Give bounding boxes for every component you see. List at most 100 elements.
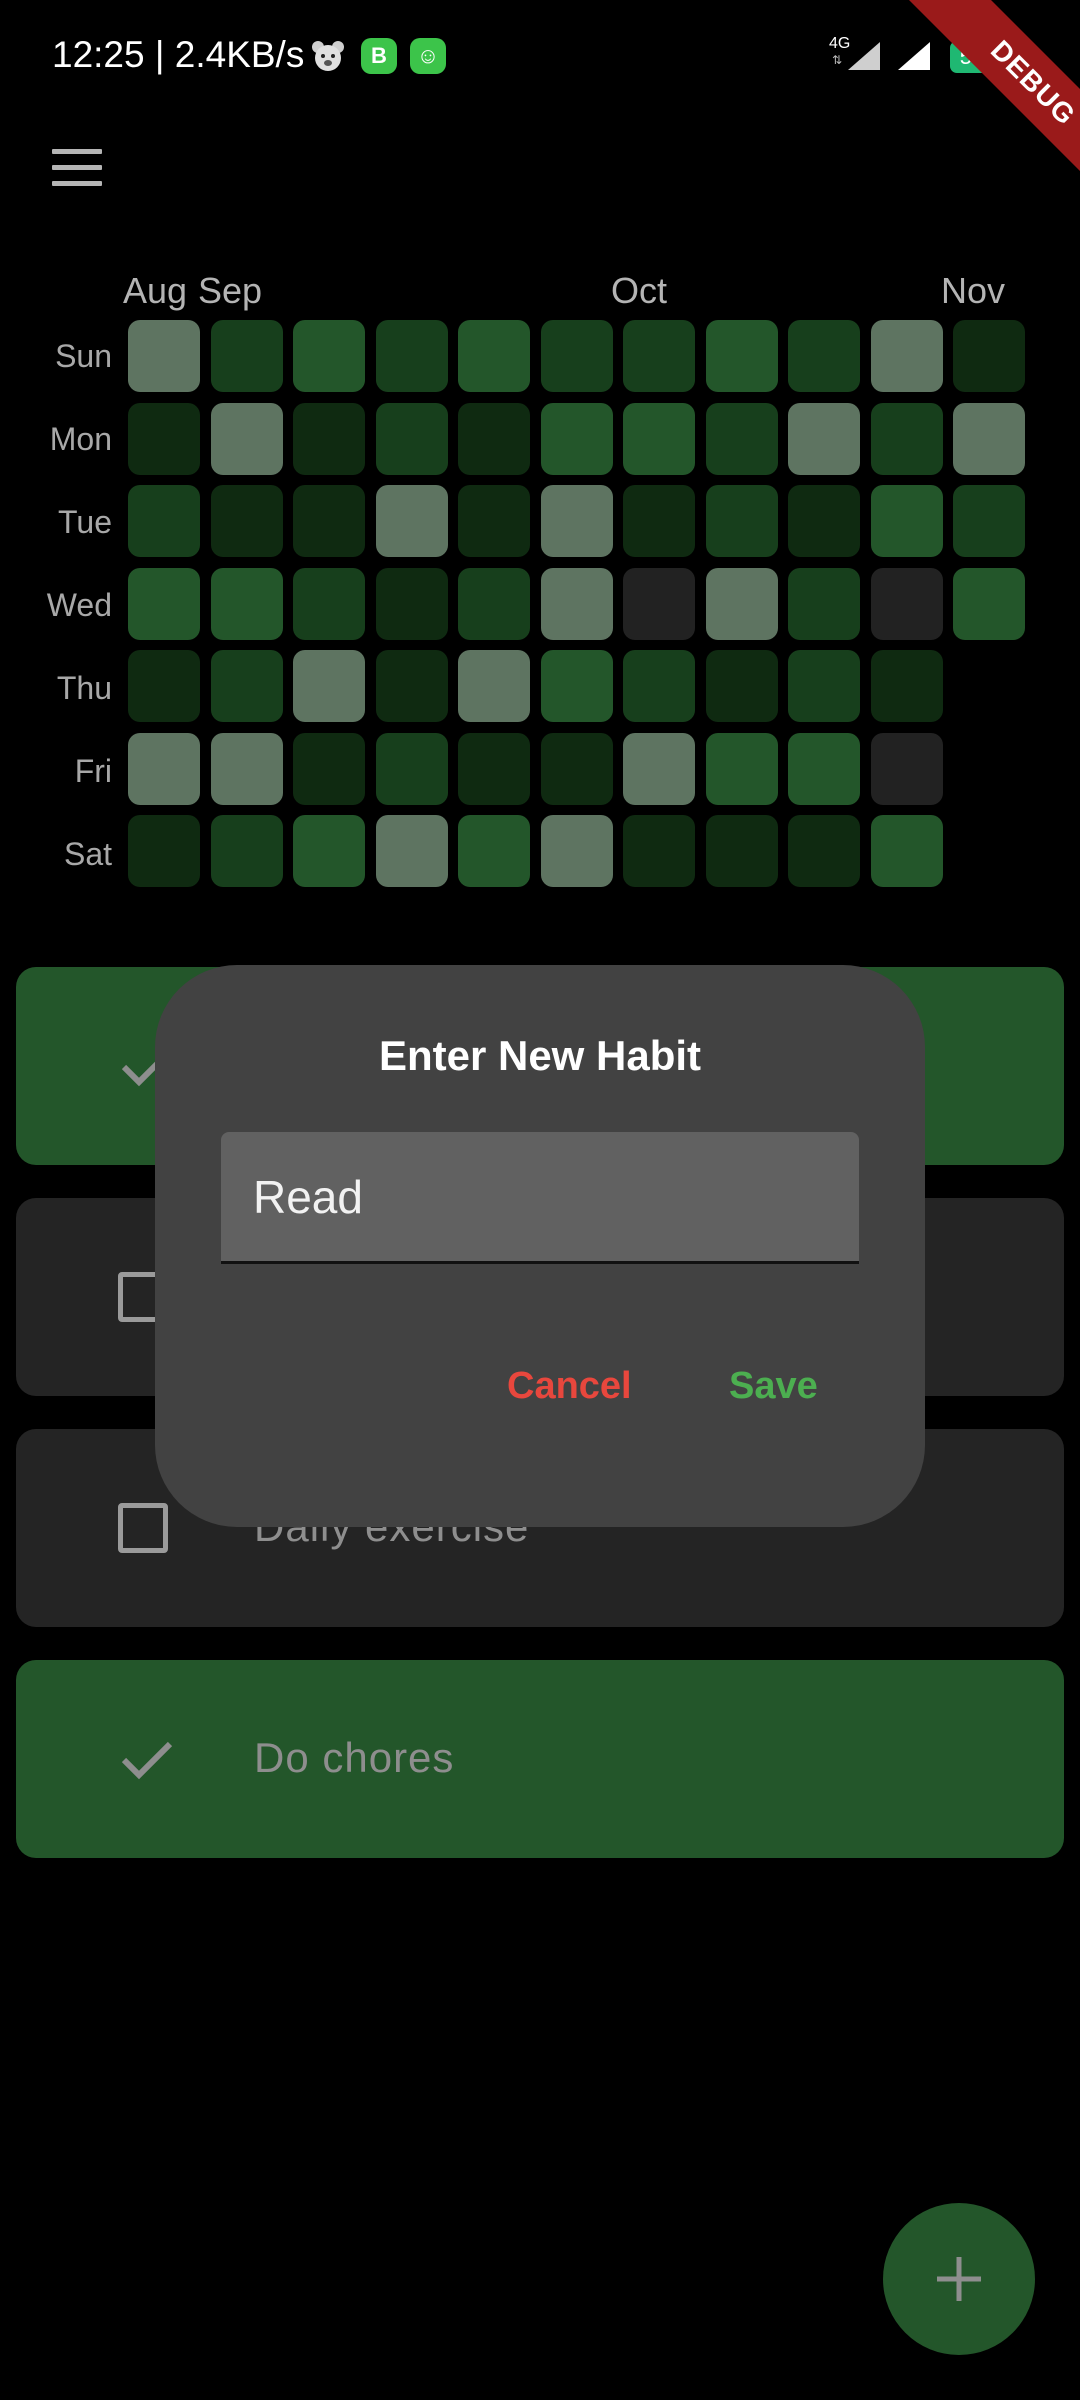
month-label: Oct <box>611 270 668 311</box>
bear-icon <box>312 41 344 71</box>
habit-heatmap: Aug Sep Oct Nov Sun Mon Tue Wed Thu Fri … <box>0 255 1080 895</box>
heatmap-cell <box>211 403 283 475</box>
month-label: Nov <box>941 270 1006 311</box>
habit-tile[interactable]: Do chores <box>16 1660 1064 1858</box>
heatmap-cell <box>953 568 1025 640</box>
add-habit-button[interactable] <box>883 2203 1035 2355</box>
heatmap-cell <box>211 568 283 640</box>
heatmap-cell <box>871 403 943 475</box>
heatmap-cell <box>623 815 695 887</box>
heatmap-cell <box>788 403 860 475</box>
heatmap-cell <box>211 650 283 722</box>
heatmap-cell <box>871 733 943 805</box>
heatmap-cell <box>706 403 778 475</box>
heatmap-cell <box>623 403 695 475</box>
heatmap-cell <box>458 403 530 475</box>
heatmap-cell <box>541 568 613 640</box>
heatmap-cell <box>623 320 695 392</box>
android-icon: ☺ <box>410 38 446 74</box>
heatmap-cell <box>128 320 200 392</box>
status-bar: 12:25 | 2.4KB/s B ☺ 4G ⇅ 53 DEBUG <box>0 0 1080 214</box>
heatmap-cell <box>706 320 778 392</box>
heatmap-cell <box>128 568 200 640</box>
day-label: Sat <box>63 836 112 872</box>
chat-b-icon: B <box>361 38 397 74</box>
heatmap-cell <box>293 320 365 392</box>
dialog-title: Enter New Habit <box>378 1032 702 1079</box>
heatmap-cell <box>706 650 778 722</box>
heatmap-cell <box>871 320 943 392</box>
heatmap-cell <box>458 568 530 640</box>
heatmap-cell <box>458 650 530 722</box>
heatmap-cell <box>458 485 530 557</box>
month-label: Sep <box>198 270 263 311</box>
heatmap-cell <box>953 485 1025 557</box>
habit-name-input[interactable] <box>221 1132 859 1264</box>
heatmap-cell <box>706 485 778 557</box>
heatmap-cell <box>871 485 943 557</box>
heatmap-cell <box>211 320 283 392</box>
heatmap-cell <box>293 568 365 640</box>
heatmap-cell <box>953 403 1025 475</box>
heatmap-cell <box>788 815 860 887</box>
day-label: Mon <box>49 421 112 457</box>
heatmap-cell <box>541 403 613 475</box>
heatmap-cell <box>623 733 695 805</box>
heatmap-cell <box>376 568 448 640</box>
save-button[interactable]: Save <box>729 1365 818 1408</box>
heatmap-cell <box>376 403 448 475</box>
heatmap-cell <box>541 650 613 722</box>
heatmap-cell <box>376 733 448 805</box>
heatmap-cell <box>871 568 943 640</box>
heatmap-cell <box>623 650 695 722</box>
heatmap-cell <box>458 320 530 392</box>
month-label: Aug <box>123 270 188 311</box>
heatmap-cell <box>871 815 943 887</box>
heatmap-cell <box>788 733 860 805</box>
data-arrows-icon: ⇅ <box>832 53 843 67</box>
plus-icon <box>937 2257 981 2301</box>
check-icon[interactable] <box>120 1738 174 1780</box>
cancel-button[interactable]: Cancel <box>507 1365 632 1408</box>
heatmap-cell <box>293 650 365 722</box>
checkbox[interactable] <box>118 1503 168 1553</box>
debug-banner: DEBUG <box>902 0 1080 214</box>
day-label: Wed <box>46 587 112 623</box>
heatmap-cell <box>788 568 860 640</box>
heatmap-cell <box>376 650 448 722</box>
heatmap-cell <box>293 485 365 557</box>
habit-name: Do chores <box>254 1734 455 1781</box>
heatmap-cell <box>953 320 1025 392</box>
heatmap-cell <box>871 650 943 722</box>
signal-icon <box>898 42 930 70</box>
heatmap-cell <box>293 403 365 475</box>
heatmap-cell <box>541 733 613 805</box>
heatmap-cell <box>211 815 283 887</box>
heatmap-cell <box>788 320 860 392</box>
heatmap-cell <box>128 403 200 475</box>
heatmap-cell <box>458 815 530 887</box>
heatmap-cell <box>541 320 613 392</box>
day-label: Sun <box>55 338 112 374</box>
heatmap-cell <box>211 485 283 557</box>
menu-icon[interactable] <box>46 145 108 193</box>
heatmap-cell <box>128 815 200 887</box>
heatmap-cell <box>623 568 695 640</box>
heatmap-cell <box>541 815 613 887</box>
heatmap-cell <box>623 485 695 557</box>
signal-icon <box>848 42 880 70</box>
heatmap-cell <box>706 733 778 805</box>
heatmap-cell <box>376 320 448 392</box>
heatmap-cell <box>541 485 613 557</box>
day-label: Tue <box>58 504 112 540</box>
heatmap-cell <box>788 485 860 557</box>
day-label: Thu <box>56 670 112 706</box>
status-time-speed: 12:25 | 2.4KB/s <box>52 34 305 75</box>
heatmap-cell <box>128 485 200 557</box>
heatmap-cell <box>293 815 365 887</box>
heatmap-cell <box>706 568 778 640</box>
heatmap-cell <box>458 733 530 805</box>
day-label: Fri <box>74 753 112 789</box>
heatmap-cell <box>293 733 365 805</box>
heatmap-cell <box>706 815 778 887</box>
